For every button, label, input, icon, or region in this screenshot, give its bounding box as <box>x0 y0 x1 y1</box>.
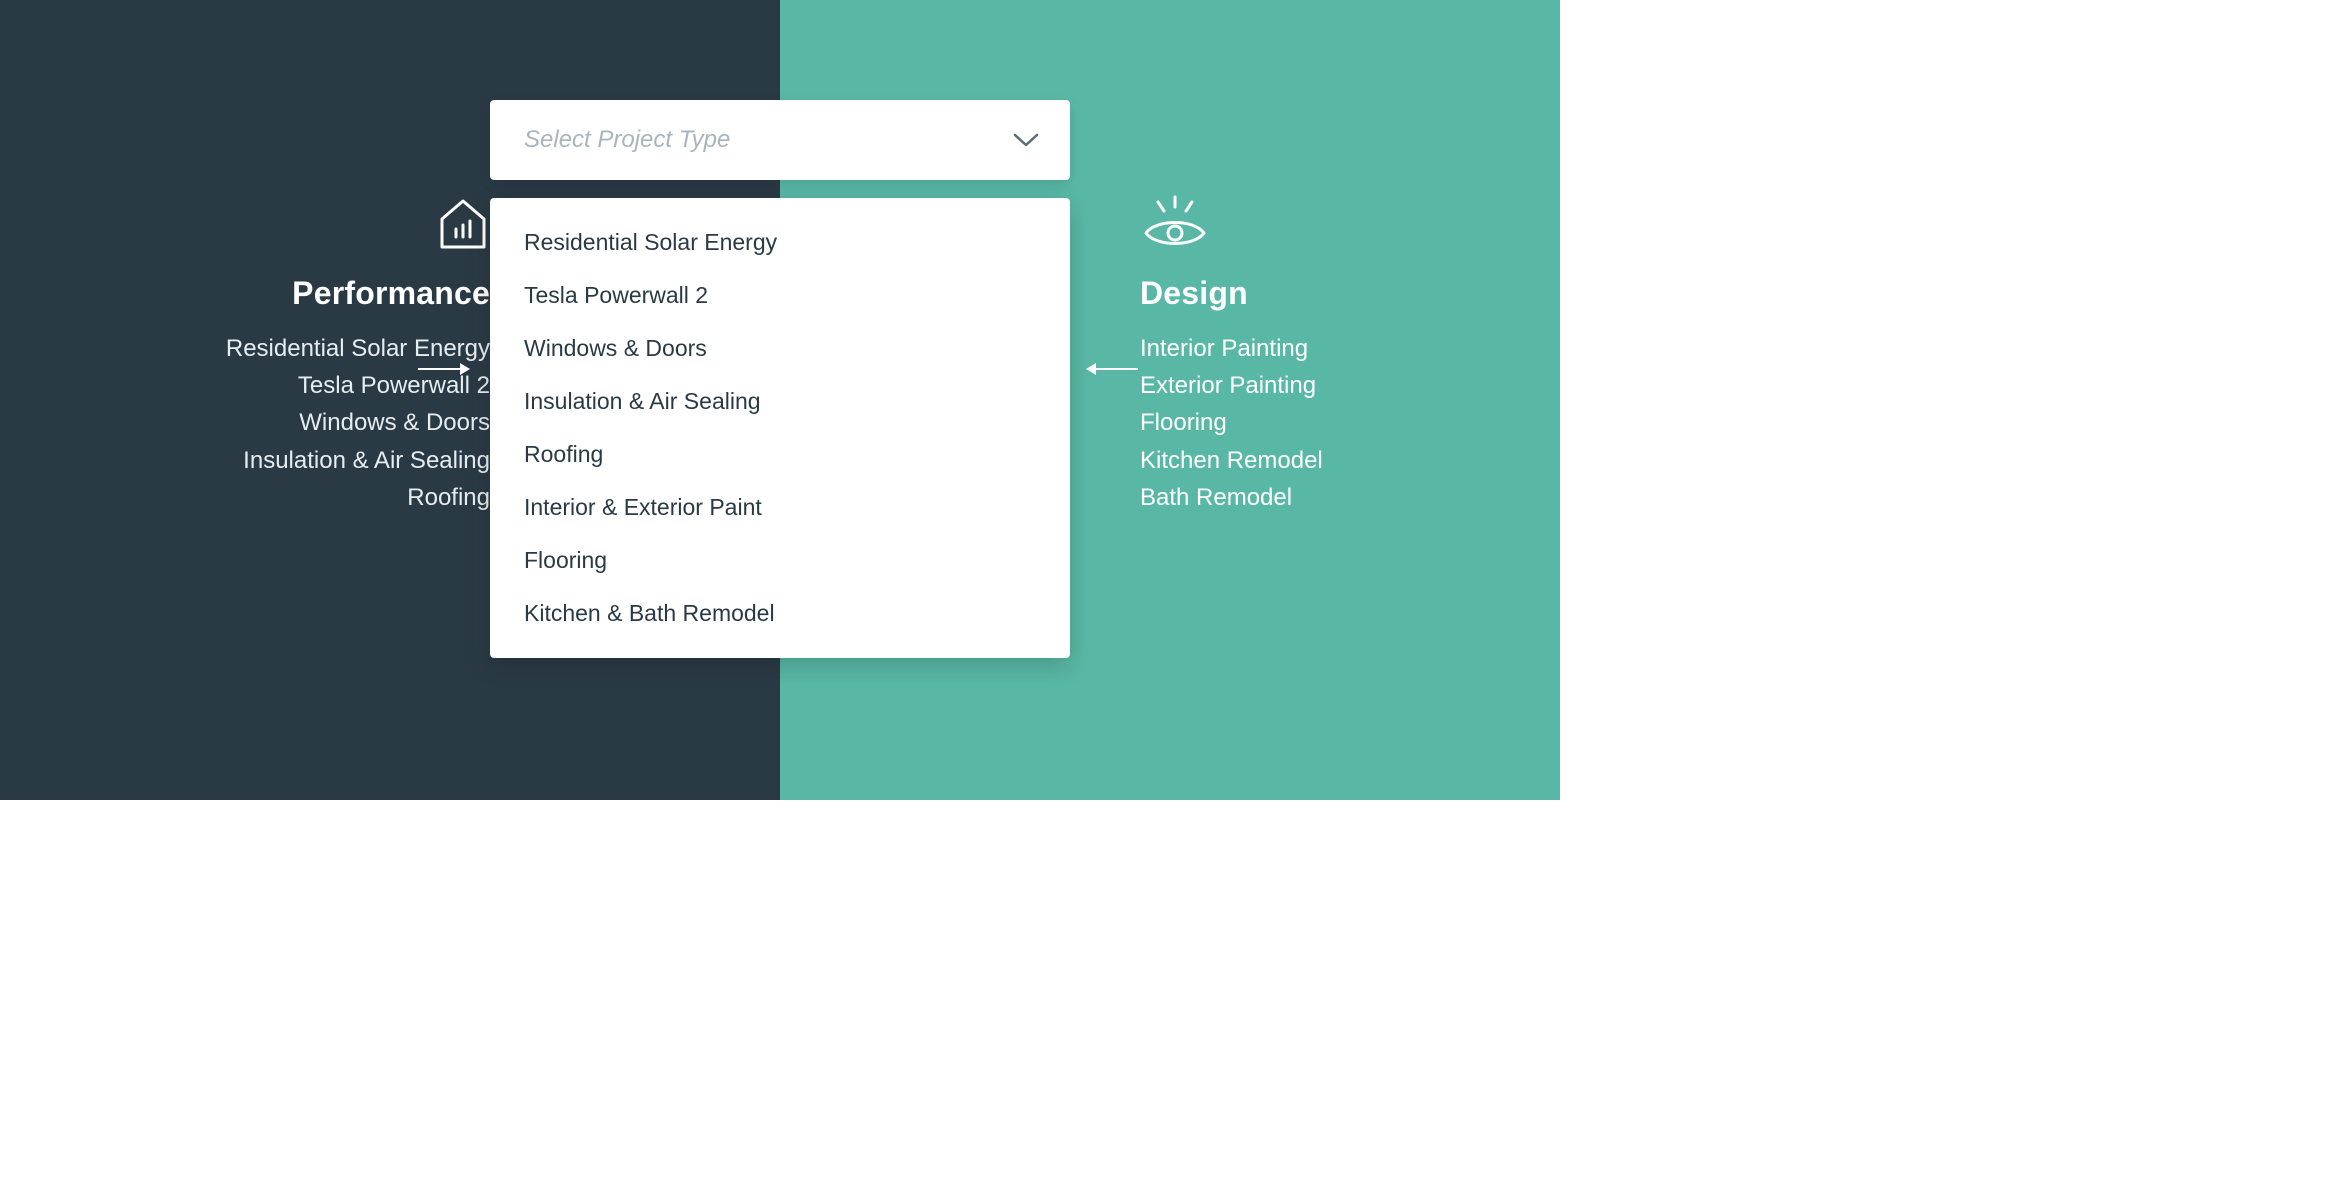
design-item: Interior Painting <box>1140 330 1560 367</box>
option-roofing[interactable]: Roofing <box>490 428 1070 481</box>
perf-item: Windows & Doors <box>0 404 490 441</box>
project-type-dropdown: Select Project Type Residential Solar En… <box>490 100 1070 658</box>
perf-item: Insulation & Air Sealing <box>0 442 490 479</box>
performance-list: Residential Solar Energy Tesla Powerwall… <box>0 330 490 516</box>
design-item: Exterior Painting <box>1140 367 1560 404</box>
perf-item: Roofing <box>0 479 490 516</box>
option-windows-doors[interactable]: Windows & Doors <box>490 322 1070 375</box>
option-flooring[interactable]: Flooring <box>490 534 1070 587</box>
design-list: Interior Painting Exterior Painting Floo… <box>1140 330 1560 516</box>
select-placeholder: Select Project Type <box>524 126 730 154</box>
design-item: Bath Remodel <box>1140 479 1560 516</box>
perf-item: Residential Solar Energy <box>0 330 490 367</box>
performance-title: Performance <box>0 275 490 312</box>
design-item: Kitchen Remodel <box>1140 442 1560 479</box>
house-bars-icon <box>0 195 490 253</box>
chevron-down-icon <box>1012 132 1040 148</box>
arrow-left-icon <box>1086 363 1138 375</box>
eye-shine-icon <box>1140 195 1560 253</box>
option-kitchen-bath[interactable]: Kitchen & Bath Remodel <box>490 587 1070 640</box>
option-tesla-powerwall[interactable]: Tesla Powerwall 2 <box>490 269 1070 322</box>
arrow-right-icon <box>418 363 470 375</box>
option-insulation[interactable]: Insulation & Air Sealing <box>490 375 1070 428</box>
project-type-select[interactable]: Select Project Type <box>490 100 1070 180</box>
project-type-menu: Residential Solar Energy Tesla Powerwall… <box>490 198 1070 658</box>
design-item: Flooring <box>1140 404 1560 441</box>
design-title: Design <box>1140 275 1560 312</box>
perf-item: Tesla Powerwall 2 <box>0 367 490 404</box>
option-residential-solar[interactable]: Residential Solar Energy <box>490 216 1070 269</box>
option-paint[interactable]: Interior & Exterior Paint <box>490 481 1070 534</box>
